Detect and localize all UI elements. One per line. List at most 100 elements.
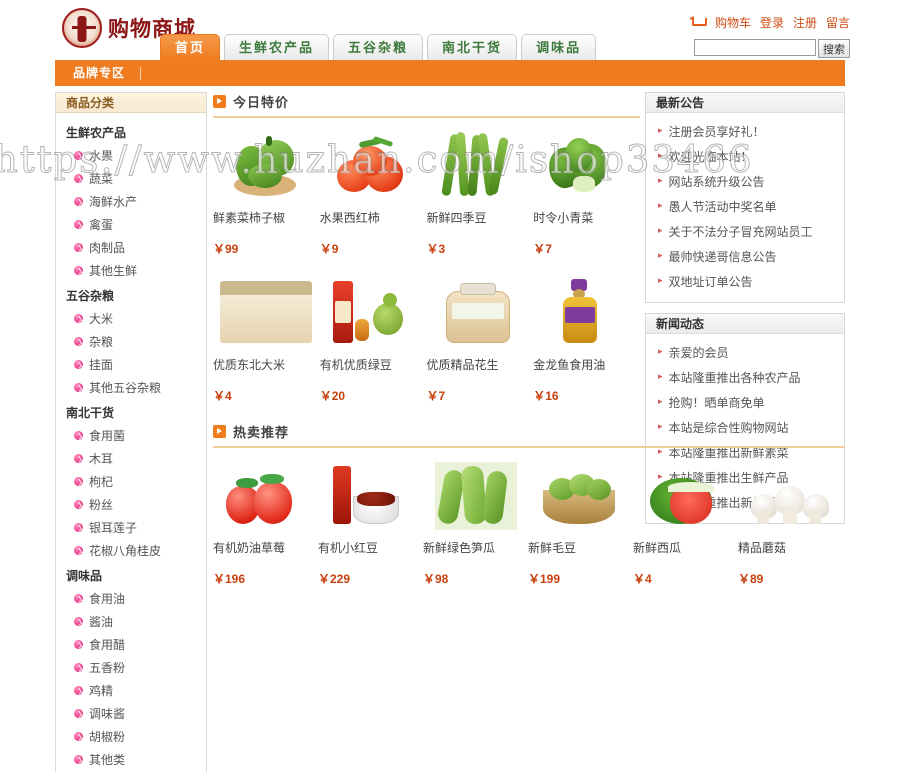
- section-arrow-icon: [213, 425, 226, 438]
- product-card[interactable]: 鲜素菜柿子椒 ￥99: [213, 128, 320, 257]
- list-item[interactable]: ▸ 关于不法分子冒充网站员工: [654, 219, 836, 244]
- message-link[interactable]: 留言: [826, 14, 850, 31]
- product-card[interactable]: 新鲜西瓜 ￥4: [633, 458, 738, 587]
- nav-tab-fresh[interactable]: 生鲜农产品: [224, 34, 330, 60]
- product-card[interactable]: 精品蘑菇 ￥89: [738, 458, 843, 587]
- category-list: 生鲜农产品 水果 蔬菜 海鲜水产 禽蛋 肉制品 其他生鲜 五谷杂粮 大米 杂粮 …: [56, 113, 206, 772]
- bullet-dot-icon: [74, 640, 83, 649]
- list-item[interactable]: ▸ 欢迎光临本站！: [654, 144, 836, 169]
- category-item-vinegar[interactable]: 食用醋: [64, 633, 198, 656]
- product-card[interactable]: 时令小青菜 ￥7: [533, 128, 640, 257]
- list-item[interactable]: ▸ 注册会员享好礼！: [654, 119, 836, 144]
- product-price: ￥89: [738, 572, 764, 586]
- search-input[interactable]: [694, 39, 816, 56]
- category-item-meat[interactable]: 肉制品: [64, 236, 198, 259]
- specials-section-title: 今日特价: [213, 92, 640, 118]
- green-bean-image: [427, 128, 534, 200]
- category-item-label: 其他五谷杂粮: [89, 381, 162, 395]
- list-item[interactable]: ▸ 亲爱的会员: [654, 340, 836, 365]
- list-item-label: 欢迎光临本站！: [668, 150, 753, 164]
- category-panel: 商品分类 生鲜农产品 水果 蔬菜 海鲜水产 禽蛋 肉制品 其他生鲜 五谷杂粮 大…: [55, 92, 207, 772]
- hot-products-row: 有机奶油草莓 ￥196 有机小红豆 ￥229 新鲜绿色笋瓜 ￥98 新鲜毛豆 ￥…: [213, 458, 845, 587]
- category-item-goji[interactable]: 枸杞: [64, 470, 198, 493]
- category-item-soy-sauce[interactable]: 酱油: [64, 610, 198, 633]
- list-item[interactable]: ▸ 愚人节活动中奖名单: [654, 194, 836, 219]
- category-item-other[interactable]: 其他类: [64, 748, 198, 771]
- bullet-dot-icon: [74, 663, 83, 672]
- register-link[interactable]: 注册: [793, 14, 817, 31]
- product-card[interactable]: 优质精品花生 ￥7: [427, 275, 534, 404]
- mung-bean-image: [320, 275, 427, 347]
- product-card[interactable]: 有机小红豆 ￥229: [318, 458, 423, 587]
- category-item-label: 胡椒粉: [89, 730, 126, 744]
- seal-logo-icon: [62, 8, 102, 48]
- category-item-other-fresh[interactable]: 其他生鲜: [64, 259, 198, 282]
- bullet-dot-icon: [74, 151, 83, 160]
- list-item[interactable]: ▸ 本站隆重推出各种农产品: [654, 365, 836, 390]
- category-item-seafood[interactable]: 海鲜水产: [64, 190, 198, 213]
- category-item-rice[interactable]: 大米: [64, 307, 198, 330]
- product-price: ￥4: [633, 572, 652, 586]
- login-link[interactable]: 登录: [760, 14, 784, 31]
- brand-zone-label[interactable]: 品牌专区: [55, 60, 125, 86]
- list-item[interactable]: ▸ 抢购！晒单商免单: [654, 390, 836, 415]
- category-item-tremella-lotus[interactable]: 银耳莲子: [64, 516, 198, 539]
- category-item-label: 大米: [89, 312, 114, 326]
- category-item-noodles[interactable]: 挂面: [64, 353, 198, 376]
- product-card[interactable]: 水果西红柿 ￥9: [320, 128, 427, 257]
- bullet-dot-icon: [74, 477, 83, 486]
- oil-bottle-image: [533, 275, 640, 347]
- bok-choy-image: [533, 128, 640, 200]
- category-item-poultry-eggs[interactable]: 禽蛋: [64, 213, 198, 236]
- arrow-right-icon: ▸: [658, 225, 663, 235]
- category-item-five-spice[interactable]: 五香粉: [64, 656, 198, 679]
- product-price: ￥4: [213, 389, 232, 403]
- bullet-dot-icon: [74, 617, 83, 626]
- category-item-vermicelli[interactable]: 粉丝: [64, 493, 198, 516]
- category-item-label: 五香粉: [89, 661, 126, 675]
- specials-row-1: 鲜素菜柿子椒 ￥99 水果西红柿 ￥9 新鲜四季豆 ￥3 时令小青菜 ￥7: [213, 128, 640, 257]
- category-item-wood-ear[interactable]: 木耳: [64, 447, 198, 470]
- product-card[interactable]: 金龙鱼食用油 ￥16: [533, 275, 640, 404]
- arrow-right-icon: ▸: [658, 150, 663, 160]
- product-price: ￥20: [319, 389, 346, 403]
- category-item-vegetable[interactable]: 蔬菜: [64, 167, 198, 190]
- category-item-label: 枸杞: [89, 475, 114, 489]
- product-card[interactable]: 有机优质绿豆 ￥20: [320, 275, 427, 404]
- category-item-edible-fungus[interactable]: 食用菌: [64, 424, 198, 447]
- category-item-chicken-essence[interactable]: 鸡精: [64, 679, 198, 702]
- product-card[interactable]: 新鲜毛豆 ￥199: [528, 458, 633, 587]
- category-item-pepper-powder[interactable]: 胡椒粉: [64, 725, 198, 748]
- product-name: 金龙鱼食用油: [533, 358, 606, 372]
- list-item[interactable]: ▸ 双地址订单公告: [654, 269, 836, 294]
- list-item-label: 最帅快递哥信息公告: [668, 250, 777, 264]
- category-item-coarse-grains[interactable]: 杂粮: [64, 330, 198, 353]
- cart-link[interactable]: 购物车: [715, 14, 751, 31]
- category-item-fruit[interactable]: 水果: [64, 144, 198, 167]
- nav-tab-home[interactable]: 首页: [160, 34, 221, 60]
- product-card[interactable]: 优质东北大米 ￥4: [213, 275, 320, 404]
- product-card[interactable]: 新鲜绿色笋瓜 ￥98: [423, 458, 528, 587]
- category-item-sauce[interactable]: 调味酱: [64, 702, 198, 725]
- search-button[interactable]: 搜索: [818, 39, 850, 58]
- product-card[interactable]: 新鲜四季豆 ￥3: [427, 128, 534, 257]
- category-item-label: 食用油: [89, 592, 126, 606]
- arrow-right-icon: ▸: [658, 371, 663, 381]
- category-item-cooking-oil[interactable]: 食用油: [64, 587, 198, 610]
- list-item[interactable]: ▸ 网站系统升级公告: [654, 169, 836, 194]
- brand-zone-divider: [140, 67, 142, 81]
- list-item[interactable]: ▸ 最帅快递哥信息公告: [654, 244, 836, 269]
- hot-section: 热卖推荐 有机奶油草莓 ￥196 有机小红豆 ￥229 新鲜绿色笋瓜 ￥98 新…: [213, 422, 845, 587]
- category-item-other-grains[interactable]: 其他五谷杂粮: [64, 376, 198, 399]
- user-links: 购物车 登录 注册 留言: [690, 14, 850, 31]
- nav-tab-dry-goods[interactable]: 南北干货: [427, 34, 518, 60]
- nav-tab-grains[interactable]: 五谷杂粮: [333, 34, 424, 60]
- product-card[interactable]: 有机奶油草莓 ￥196: [213, 458, 318, 587]
- list-item-label: 亲爱的会员: [668, 346, 729, 360]
- product-name: 时令小青菜: [533, 211, 594, 225]
- nav-tab-seasonings[interactable]: 调味品: [521, 34, 597, 60]
- category-item-spices[interactable]: 花椒八角桂皮: [64, 539, 198, 562]
- category-group-title: 调味品: [66, 569, 103, 583]
- category-item-label: 水果: [89, 149, 114, 163]
- category-item-label: 鸡精: [89, 684, 114, 698]
